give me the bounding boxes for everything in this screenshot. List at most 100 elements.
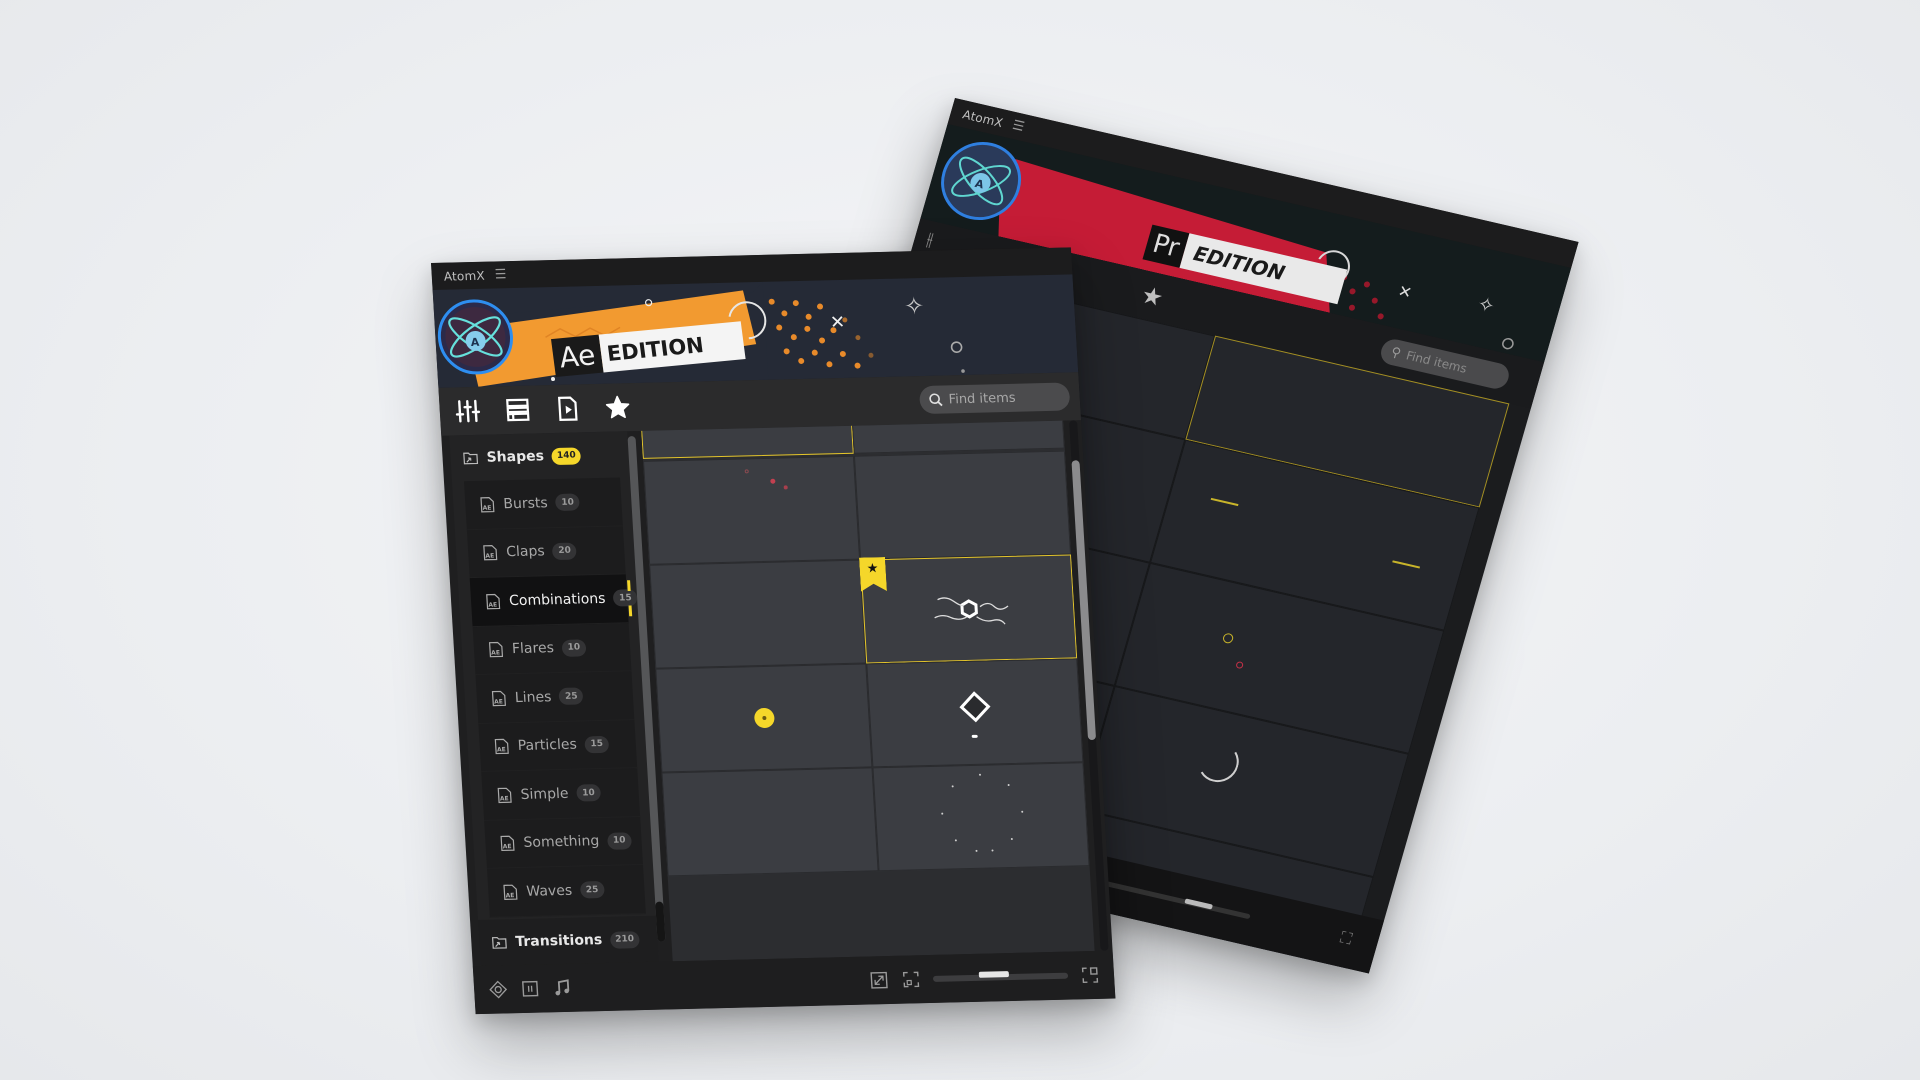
favorites-star-icon[interactable]	[603, 393, 633, 422]
sliders-icon[interactable]: ⫲	[924, 229, 935, 251]
preview-card[interactable]	[852, 420, 1065, 454]
app-name: AtomX	[961, 106, 1005, 130]
count-badge: 10	[555, 493, 581, 512]
subcategory-label: Claps	[505, 543, 546, 561]
preview-dot-mark	[1007, 784, 1010, 787]
zoom-slider[interactable]	[1103, 880, 1251, 920]
folder-icon	[463, 452, 479, 465]
subcategory-something[interactable]: AE Something 10	[484, 816, 643, 869]
banner-art: ✕ ✧ A	[434, 281, 965, 388]
preview-burst-mark	[1221, 632, 1235, 645]
ring-sparkle-icon	[1502, 337, 1514, 350]
favorite-bookmark-icon[interactable]: ★	[859, 557, 887, 592]
preview-yellow-dot-mark	[753, 707, 775, 729]
preview-diamond-mark	[958, 691, 991, 723]
preview-card[interactable]	[649, 559, 867, 669]
subcategory-simple[interactable]: AE Simple 10	[481, 768, 641, 821]
subcategory-particles[interactable]: AE Particles 15	[478, 719, 638, 772]
count-badge: 15	[612, 589, 638, 607]
ae-file-icon: AE	[494, 739, 509, 755]
svg-text:AE: AE	[500, 795, 509, 802]
preview-particles-mark	[783, 484, 788, 489]
sidebar-scroll-thumb[interactable]	[655, 901, 666, 942]
ae-file-icon: AE	[497, 787, 512, 803]
x-sparkle-icon: ✕	[1396, 281, 1414, 302]
subcategory-label: Something	[523, 833, 600, 852]
subcategory-waves[interactable]: AE Waves 25	[487, 865, 646, 918]
subcategory-label: Particles	[517, 736, 578, 755]
subcategory-label: Bursts	[502, 494, 549, 513]
preview-dot-mark	[1020, 810, 1023, 813]
list-view-icon[interactable]	[503, 396, 533, 425]
expand-icon[interactable]	[868, 970, 889, 990]
count-badge: 10	[561, 639, 587, 657]
subcategory-label: Waves	[525, 882, 573, 900]
svg-text:AE: AE	[497, 747, 506, 754]
count-badge: 15	[584, 735, 610, 754]
ring-sparkle-icon	[950, 341, 963, 353]
preview-arc-mark	[1193, 738, 1244, 787]
preview-dot-mark	[940, 812, 943, 815]
subcategory-label: Combinations	[508, 590, 606, 609]
svg-text:AE: AE	[494, 698, 503, 705]
media-file-icon[interactable]	[553, 394, 583, 423]
svg-text:A: A	[470, 336, 480, 349]
search-icon: ⚲	[1389, 344, 1403, 362]
preview-card[interactable]	[655, 663, 873, 773]
category-label: Transitions	[514, 932, 603, 951]
preview-dash-mark	[971, 735, 979, 739]
preview-dot-mark	[990, 849, 994, 852]
pause-icon[interactable]	[520, 979, 541, 999]
preview-card[interactable]	[661, 767, 879, 877]
zoom-slider[interactable]	[932, 971, 1069, 982]
preview-grid: ★	[641, 420, 1095, 962]
preview-card[interactable]: ★	[859, 554, 1078, 664]
preview-particles-mark	[744, 469, 750, 474]
zoom-slider-knob[interactable]	[1183, 898, 1213, 910]
search-icon	[929, 393, 943, 407]
fullscreen-icon[interactable]	[1079, 965, 1100, 985]
preview-hexagon-mark	[933, 597, 1008, 625]
preview-line-mark	[1392, 560, 1421, 569]
preview-card[interactable]	[642, 455, 861, 565]
category-transitions[interactable]: Transitions 210	[478, 915, 659, 966]
ae-file-icon: AE	[488, 642, 504, 658]
hamburger-menu-icon[interactable]: ☰	[494, 267, 507, 282]
preview-card[interactable]	[853, 450, 1072, 560]
count-badge: 10	[575, 784, 601, 802]
hamburger-menu-icon[interactable]: ☰	[1011, 118, 1026, 135]
subcategory-lines[interactable]: AE Lines 25	[475, 671, 635, 724]
gamepad-icon[interactable]	[488, 979, 509, 999]
svg-text:AE: AE	[482, 504, 491, 511]
preview-card[interactable]	[872, 762, 1090, 872]
count-badge: 210	[609, 930, 640, 949]
subcategory-label: Simple	[520, 785, 569, 803]
fullscreen-icon[interactable]: ⛶	[1338, 928, 1354, 950]
svg-text:AE: AE	[485, 553, 494, 560]
ae-file-icon: AE	[500, 835, 515, 852]
folder-icon	[491, 936, 507, 949]
category-label: Shapes	[486, 448, 545, 466]
preview-card[interactable]	[866, 658, 1084, 768]
subcategory-bursts[interactable]: AE Bursts 10	[463, 477, 623, 530]
subcategory-flares[interactable]: AE Flares 10	[472, 622, 632, 676]
zoom-slider-knob[interactable]	[978, 971, 1009, 978]
ae-app-tag: Ae	[551, 334, 604, 377]
svg-text:AE: AE	[488, 601, 497, 608]
frame-icon[interactable]	[900, 969, 921, 989]
category-shapes[interactable]: Shapes 140	[449, 431, 630, 481]
search-input[interactable]	[948, 389, 1060, 407]
subcategory-label: Flares	[511, 640, 555, 658]
favorites-star-icon[interactable]: ★	[1138, 281, 1167, 313]
preview-dot-mark	[978, 773, 981, 776]
preview-dot-mark	[951, 785, 954, 788]
subcategory-claps[interactable]: AE Claps 20	[466, 525, 626, 579]
sliders-icon[interactable]	[453, 397, 483, 426]
music-note-icon[interactable]	[552, 978, 573, 998]
preview-particles-mark	[770, 479, 776, 485]
subcategory-combinations[interactable]: AE Combinations 15	[469, 574, 638, 627]
search-field[interactable]	[918, 382, 1071, 415]
ae-file-icon: AE	[483, 545, 498, 561]
category-sidebar: Shapes 140 AE Bursts 10 AE Claps 20 AE Combinat…	[449, 431, 659, 966]
ae-file-icon: AE	[486, 593, 501, 610]
